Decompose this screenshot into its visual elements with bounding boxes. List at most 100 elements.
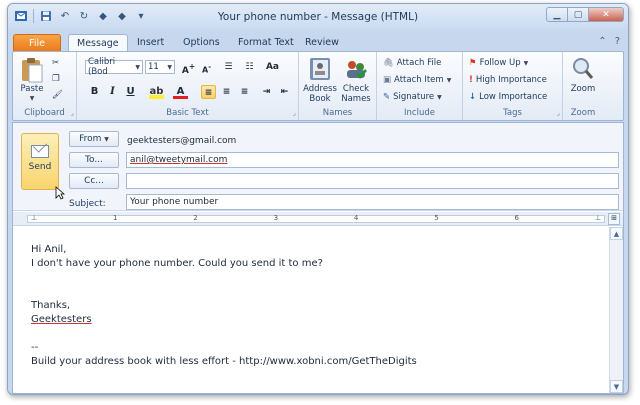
check-names-label-2: Names: [341, 94, 371, 104]
from-label: From: [79, 134, 102, 144]
body-line: --: [31, 342, 39, 353]
maximize-button[interactable]: ▢: [567, 7, 589, 22]
ruler-tick: 4: [353, 214, 359, 222]
ruler-toggle-icon[interactable]: ⊞: [608, 213, 620, 225]
underline-icon[interactable]: U: [123, 85, 138, 99]
group-names: Address Book Check Names Names: [299, 52, 377, 120]
down-arrow-icon: ↓: [469, 92, 477, 102]
body-text: Hi Anil, I don't have your phone number.…: [31, 243, 417, 369]
tab-format-text[interactable]: Format Text: [230, 34, 302, 52]
body-line: [31, 327, 417, 341]
grow-font-icon[interactable]: A+: [181, 60, 196, 76]
ruler-tick: ⊥: [594, 214, 601, 222]
bullets-icon[interactable]: ☰: [221, 60, 236, 74]
dialog-launcher-icon[interactable]: ⌟: [293, 109, 296, 117]
ruler-tick: 2: [193, 214, 198, 222]
high-importance-button[interactable]: ! High Importance: [469, 73, 547, 87]
to-button[interactable]: To...: [69, 152, 119, 168]
align-right-icon[interactable]: ≡: [237, 85, 252, 99]
format-painter-icon[interactable]: 🖌: [52, 88, 63, 102]
chevron-down-icon: ▼: [437, 93, 442, 101]
zoom-button[interactable]: Zoom: [567, 56, 599, 94]
to-recipient: anil@tweetymail.com: [130, 155, 228, 165]
attach-item-label: Attach Item: [394, 75, 444, 85]
check-names-label-1: Check: [342, 84, 370, 94]
ruler-tick: 3: [273, 214, 279, 222]
signature-label: Signature: [393, 92, 435, 102]
ruler-ticks: ⊥ 1 2 3 4 5 6 ⊥: [27, 214, 605, 222]
body-line: [31, 271, 417, 285]
scroll-up-icon[interactable]: ▲: [610, 227, 623, 240]
body-line: I don't have your phone number. Could yo…: [31, 258, 323, 269]
dialog-launcher-icon[interactable]: ⌟: [71, 109, 74, 117]
body-line: Hi Anil,: [31, 244, 67, 255]
bold-icon[interactable]: B: [87, 85, 102, 99]
outdent-icon[interactable]: ⇤: [277, 85, 292, 99]
paste-label: Paste: [20, 84, 44, 94]
shrink-font-icon[interactable]: A-: [199, 60, 214, 75]
collapse-ribbon-icon[interactable]: ⌃: [598, 36, 606, 47]
minimize-button[interactable]: ▁: [546, 7, 568, 22]
follow-up-label: Follow Up: [479, 58, 521, 68]
copy-icon[interactable]: ❐: [52, 72, 60, 86]
tab-options[interactable]: Options: [175, 34, 228, 52]
attach-file-button[interactable]: 🖇 Attach File: [383, 56, 441, 70]
send-button[interactable]: Send: [21, 133, 59, 190]
magnifier-icon: [570, 56, 596, 82]
italic-icon[interactable]: I: [105, 85, 120, 99]
body-line: [31, 285, 417, 299]
tab-message[interactable]: Message: [68, 34, 128, 52]
help-icon[interactable]: ?: [615, 36, 620, 47]
tab-file[interactable]: File: [13, 34, 61, 52]
signature-button[interactable]: ✎ Signature ▼: [383, 90, 442, 104]
window-title: Your phone number - Message (HTML): [217, 11, 419, 23]
low-importance-button[interactable]: ↓ Low Importance: [469, 90, 547, 104]
signature-icon: ✎: [383, 92, 391, 102]
chevron-down-icon: ▼: [167, 63, 172, 71]
ruler-tick: ⊥: [31, 214, 38, 222]
chevron-down-icon: ▼: [104, 136, 109, 143]
title-bar: ↶ ↻ ◆ ◆ ▾ Your phone number - Message (H…: [8, 4, 628, 30]
tags-group-label: Tags: [503, 108, 522, 118]
chevron-down-icon: ▼: [135, 63, 140, 71]
paste-button[interactable]: Paste ▼: [17, 56, 47, 104]
body-line: Build your address book with less effort…: [31, 356, 417, 367]
vertical-scrollbar[interactable]: ▲ ▼: [609, 227, 623, 393]
tab-insert[interactable]: Insert: [129, 34, 172, 52]
tab-review[interactable]: Review: [297, 34, 347, 52]
from-button[interactable]: From ▼: [69, 131, 119, 147]
attach-file-label: Attach File: [396, 58, 442, 68]
close-button[interactable]: ✕: [588, 7, 624, 22]
indent-icon[interactable]: ⇥: [259, 85, 274, 99]
dialog-launcher-icon[interactable]: ⌟: [557, 109, 560, 117]
address-book-icon: [307, 56, 333, 82]
cc-field[interactable]: [126, 173, 619, 189]
ruler-tick: 6: [514, 214, 519, 222]
to-field[interactable]: anil@tweetymail.com: [126, 152, 619, 168]
check-names-button[interactable]: Check Names: [339, 56, 373, 104]
message-body[interactable]: Hi Anil, I don't have your phone number.…: [13, 227, 609, 393]
numbering-icon[interactable]: ☷: [242, 60, 257, 74]
align-center-icon[interactable]: ≡: [219, 85, 234, 99]
group-basic-text: Calibri (Bod ▼ 11 ▼ A+ A- ☰ ☷ Aa B I U ab …: [77, 52, 299, 120]
cut-icon[interactable]: ✂: [52, 56, 59, 70]
send-label: Send: [28, 162, 52, 172]
message-header: Send From ▼ geektesters@gmail.com To... …: [13, 123, 623, 211]
font-size-combo[interactable]: 11 ▼: [145, 60, 175, 74]
styles-icon[interactable]: Aa: [265, 60, 280, 74]
group-include: 🖇 Attach File ▣ Attach Item ▼ ✎ Signatur…: [377, 52, 463, 120]
scroll-down-icon[interactable]: ▼: [610, 380, 623, 393]
highlight-icon[interactable]: ab: [149, 85, 164, 99]
align-left-icon[interactable]: ≡: [201, 85, 216, 99]
tab-helpers: ⌃ ?: [598, 36, 620, 47]
address-book-button[interactable]: Address Book: [303, 56, 337, 104]
attach-item-button[interactable]: ▣ Attach Item ▼: [383, 73, 451, 87]
follow-up-button[interactable]: ⚑ Follow Up ▼: [469, 56, 528, 70]
subject-field[interactable]: Your phone number: [126, 194, 619, 210]
cc-button[interactable]: Cc...: [69, 173, 119, 189]
font-name-combo[interactable]: Calibri (Bod ▼: [85, 57, 143, 77]
font-color-icon[interactable]: A: [173, 85, 188, 99]
clipboard-group-label: Clipboard: [24, 108, 65, 118]
font-name-value: Calibri (Bod: [88, 57, 116, 77]
zoom-label: Zoom: [570, 84, 596, 94]
